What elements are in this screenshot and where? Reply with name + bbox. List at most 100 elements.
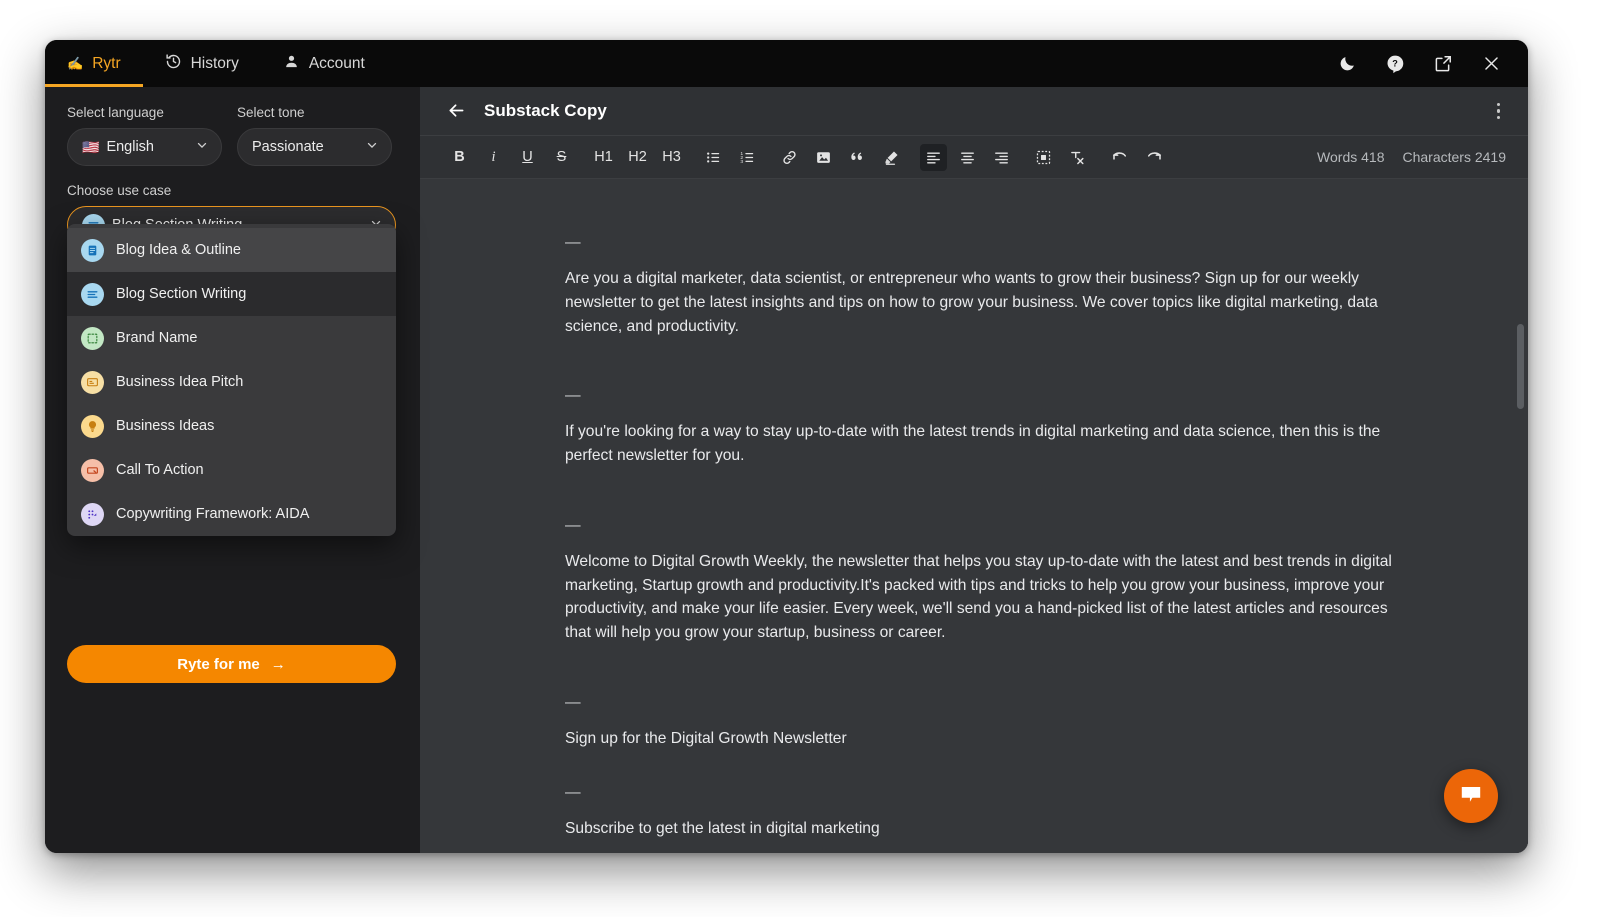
numbered-list-icon[interactable]: 123	[734, 144, 761, 171]
block-divider: —	[565, 234, 581, 251]
language-select[interactable]: 🇺🇸 English	[67, 128, 222, 166]
nav-tab-rytr-label: Rytr	[92, 54, 121, 72]
dots-flow-icon	[81, 502, 104, 526]
nav-tab-history[interactable]: History	[143, 40, 261, 87]
underline-button[interactable]: U	[514, 144, 541, 171]
paragraph: Are you a digital marketer, data scienti…	[565, 269, 1378, 335]
document-lines-icon	[81, 238, 104, 262]
dark-mode-moon-icon[interactable]	[1336, 53, 1358, 75]
arrow-right-icon: →	[270, 655, 286, 673]
top-navigation-bar: ✍️ Rytr History Account ?	[45, 40, 1528, 87]
blockquote-icon[interactable]	[844, 144, 871, 171]
window-controls: ?	[1336, 40, 1528, 87]
document-block: — Welcome to Digital Growth Weekly, the …	[565, 514, 1408, 645]
tone-select[interactable]: Passionate	[237, 128, 392, 166]
paragraph: If you're looking for a way to stay up-t…	[565, 423, 1381, 465]
block-divider: —	[565, 387, 581, 405]
redo-icon[interactable]	[1140, 144, 1167, 171]
kebab-menu-icon[interactable]	[1491, 97, 1507, 126]
h1-label: H1	[594, 149, 613, 165]
document-scrollbar[interactable]	[1517, 179, 1524, 853]
use-case-option-business-ideas[interactable]: Business Ideas	[67, 404, 396, 448]
document-block: — Sign up for the Digital Growth Newslet…	[565, 691, 1408, 751]
app-body: Select language 🇺🇸 English Select tone P…	[45, 87, 1528, 853]
underline-label: U	[522, 149, 533, 165]
use-case-option-label: Business Ideas	[116, 418, 215, 434]
close-icon[interactable]	[1480, 53, 1502, 75]
chat-support-button[interactable]	[1444, 769, 1498, 823]
link-icon[interactable]	[776, 144, 803, 171]
document-block: — Subscribe to get the latest in digital…	[565, 781, 1408, 841]
use-case-option-blog-section-writing[interactable]: Blog Section Writing	[67, 272, 396, 316]
editor-panel: Substack Copy B i U S H1 H2 H3 1 2 3 Wor…	[420, 87, 1528, 853]
block-divider: —	[565, 694, 581, 712]
choose-use-case-label: Choose use case	[67, 183, 172, 198]
language-field: Select language 🇺🇸 English	[67, 105, 222, 166]
use-case-option-label: Copywriting Framework: AIDA	[116, 506, 310, 522]
editor-toolbar: B i U S H1 H2 H3 123 Words 418 Character…	[420, 136, 1528, 179]
chat-bubble-icon	[1458, 781, 1484, 812]
heading-1-button[interactable]: H1	[590, 144, 617, 171]
italic-button[interactable]: i	[480, 144, 507, 171]
undo-icon[interactable]	[1106, 144, 1133, 171]
character-count-value: 2419	[1474, 149, 1506, 165]
ryte-for-me-label: Ryte for me	[177, 655, 260, 673]
use-case-option-label: Call To Action	[116, 462, 204, 478]
lightbulb-icon	[81, 414, 104, 438]
nav-tab-list: ✍️ Rytr History Account	[45, 40, 387, 87]
dashed-box-icon[interactable]	[1030, 144, 1057, 171]
document-scroll-area[interactable]: — Are you a digital marketer, data scien…	[420, 179, 1528, 853]
us-flag-icon: 🇺🇸	[82, 138, 100, 155]
ryte-for-me-button[interactable]: Ryte for me →	[67, 645, 396, 683]
help-question-icon[interactable]: ?	[1384, 53, 1406, 75]
scrollbar-thumb[interactable]	[1517, 324, 1524, 409]
back-arrow-icon[interactable]	[446, 100, 468, 122]
align-center-icon[interactable]	[954, 144, 981, 171]
use-case-option-blog-idea-outline[interactable]: Blog Idea & Outline	[67, 228, 396, 272]
align-left-icon[interactable]	[920, 143, 947, 171]
document-block: — If you're looking for a way to stay up…	[565, 384, 1408, 468]
nav-tab-account-label: Account	[308, 54, 365, 72]
use-case-option-label: Brand Name	[116, 330, 198, 346]
bold-button[interactable]: B	[446, 144, 473, 171]
svg-text:3: 3	[740, 159, 743, 165]
bulleted-list-icon[interactable]	[700, 144, 727, 171]
tone-select-value: Passionate	[252, 139, 324, 155]
paragraph: Sign up for the Digital Growth Newslette…	[565, 729, 847, 747]
block-divider: —	[565, 783, 581, 801]
use-case-option-business-idea-pitch[interactable]: Business Idea Pitch	[67, 360, 396, 404]
use-case-option-copywriting-framework-aida[interactable]: Copywriting Framework: AIDA	[67, 492, 396, 536]
block-divider: —	[565, 516, 581, 534]
history-clock-icon	[165, 53, 182, 75]
text-lines-icon	[81, 282, 104, 306]
word-count-value: 418	[1361, 149, 1385, 165]
clear-formatting-icon[interactable]	[1064, 144, 1091, 171]
align-right-icon[interactable]	[988, 144, 1015, 171]
use-case-option-label: Blog Idea & Outline	[116, 242, 241, 258]
use-case-block: Choose use case Blog Section Writing	[67, 183, 398, 536]
word-count: Words 418	[1317, 149, 1384, 165]
nav-tab-account[interactable]: Account	[261, 40, 387, 87]
cta-banner-icon	[81, 458, 104, 482]
select-language-label: Select language	[67, 105, 164, 120]
tone-field: Select tone Passionate	[237, 105, 392, 166]
word-count-label: Words	[1317, 149, 1358, 165]
rytr-logo-icon: ✍️	[67, 56, 84, 71]
heading-3-button[interactable]: H3	[658, 144, 685, 171]
nav-tab-rytr[interactable]: ✍️ Rytr	[45, 40, 143, 87]
italic-label: i	[491, 148, 496, 165]
image-icon[interactable]	[810, 144, 837, 171]
document-stats: Words 418 Characters 2419	[1317, 149, 1506, 165]
use-case-option-call-to-action[interactable]: Call To Action	[67, 448, 396, 492]
highlighter-pen-icon[interactable]	[878, 144, 905, 171]
chevron-down-icon	[195, 138, 209, 156]
use-case-option-brand-name[interactable]: Brand Name	[67, 316, 396, 360]
document-content[interactable]: — Are you a digital marketer, data scien…	[420, 179, 1528, 853]
character-count: Characters 2419	[1402, 149, 1506, 165]
strikethrough-button[interactable]: S	[548, 144, 575, 171]
open-external-icon[interactable]	[1432, 53, 1454, 75]
language-select-value: English	[106, 139, 154, 155]
heading-2-button[interactable]: H2	[624, 144, 651, 171]
nav-tab-history-label: History	[190, 54, 239, 72]
presentation-icon	[81, 370, 104, 394]
